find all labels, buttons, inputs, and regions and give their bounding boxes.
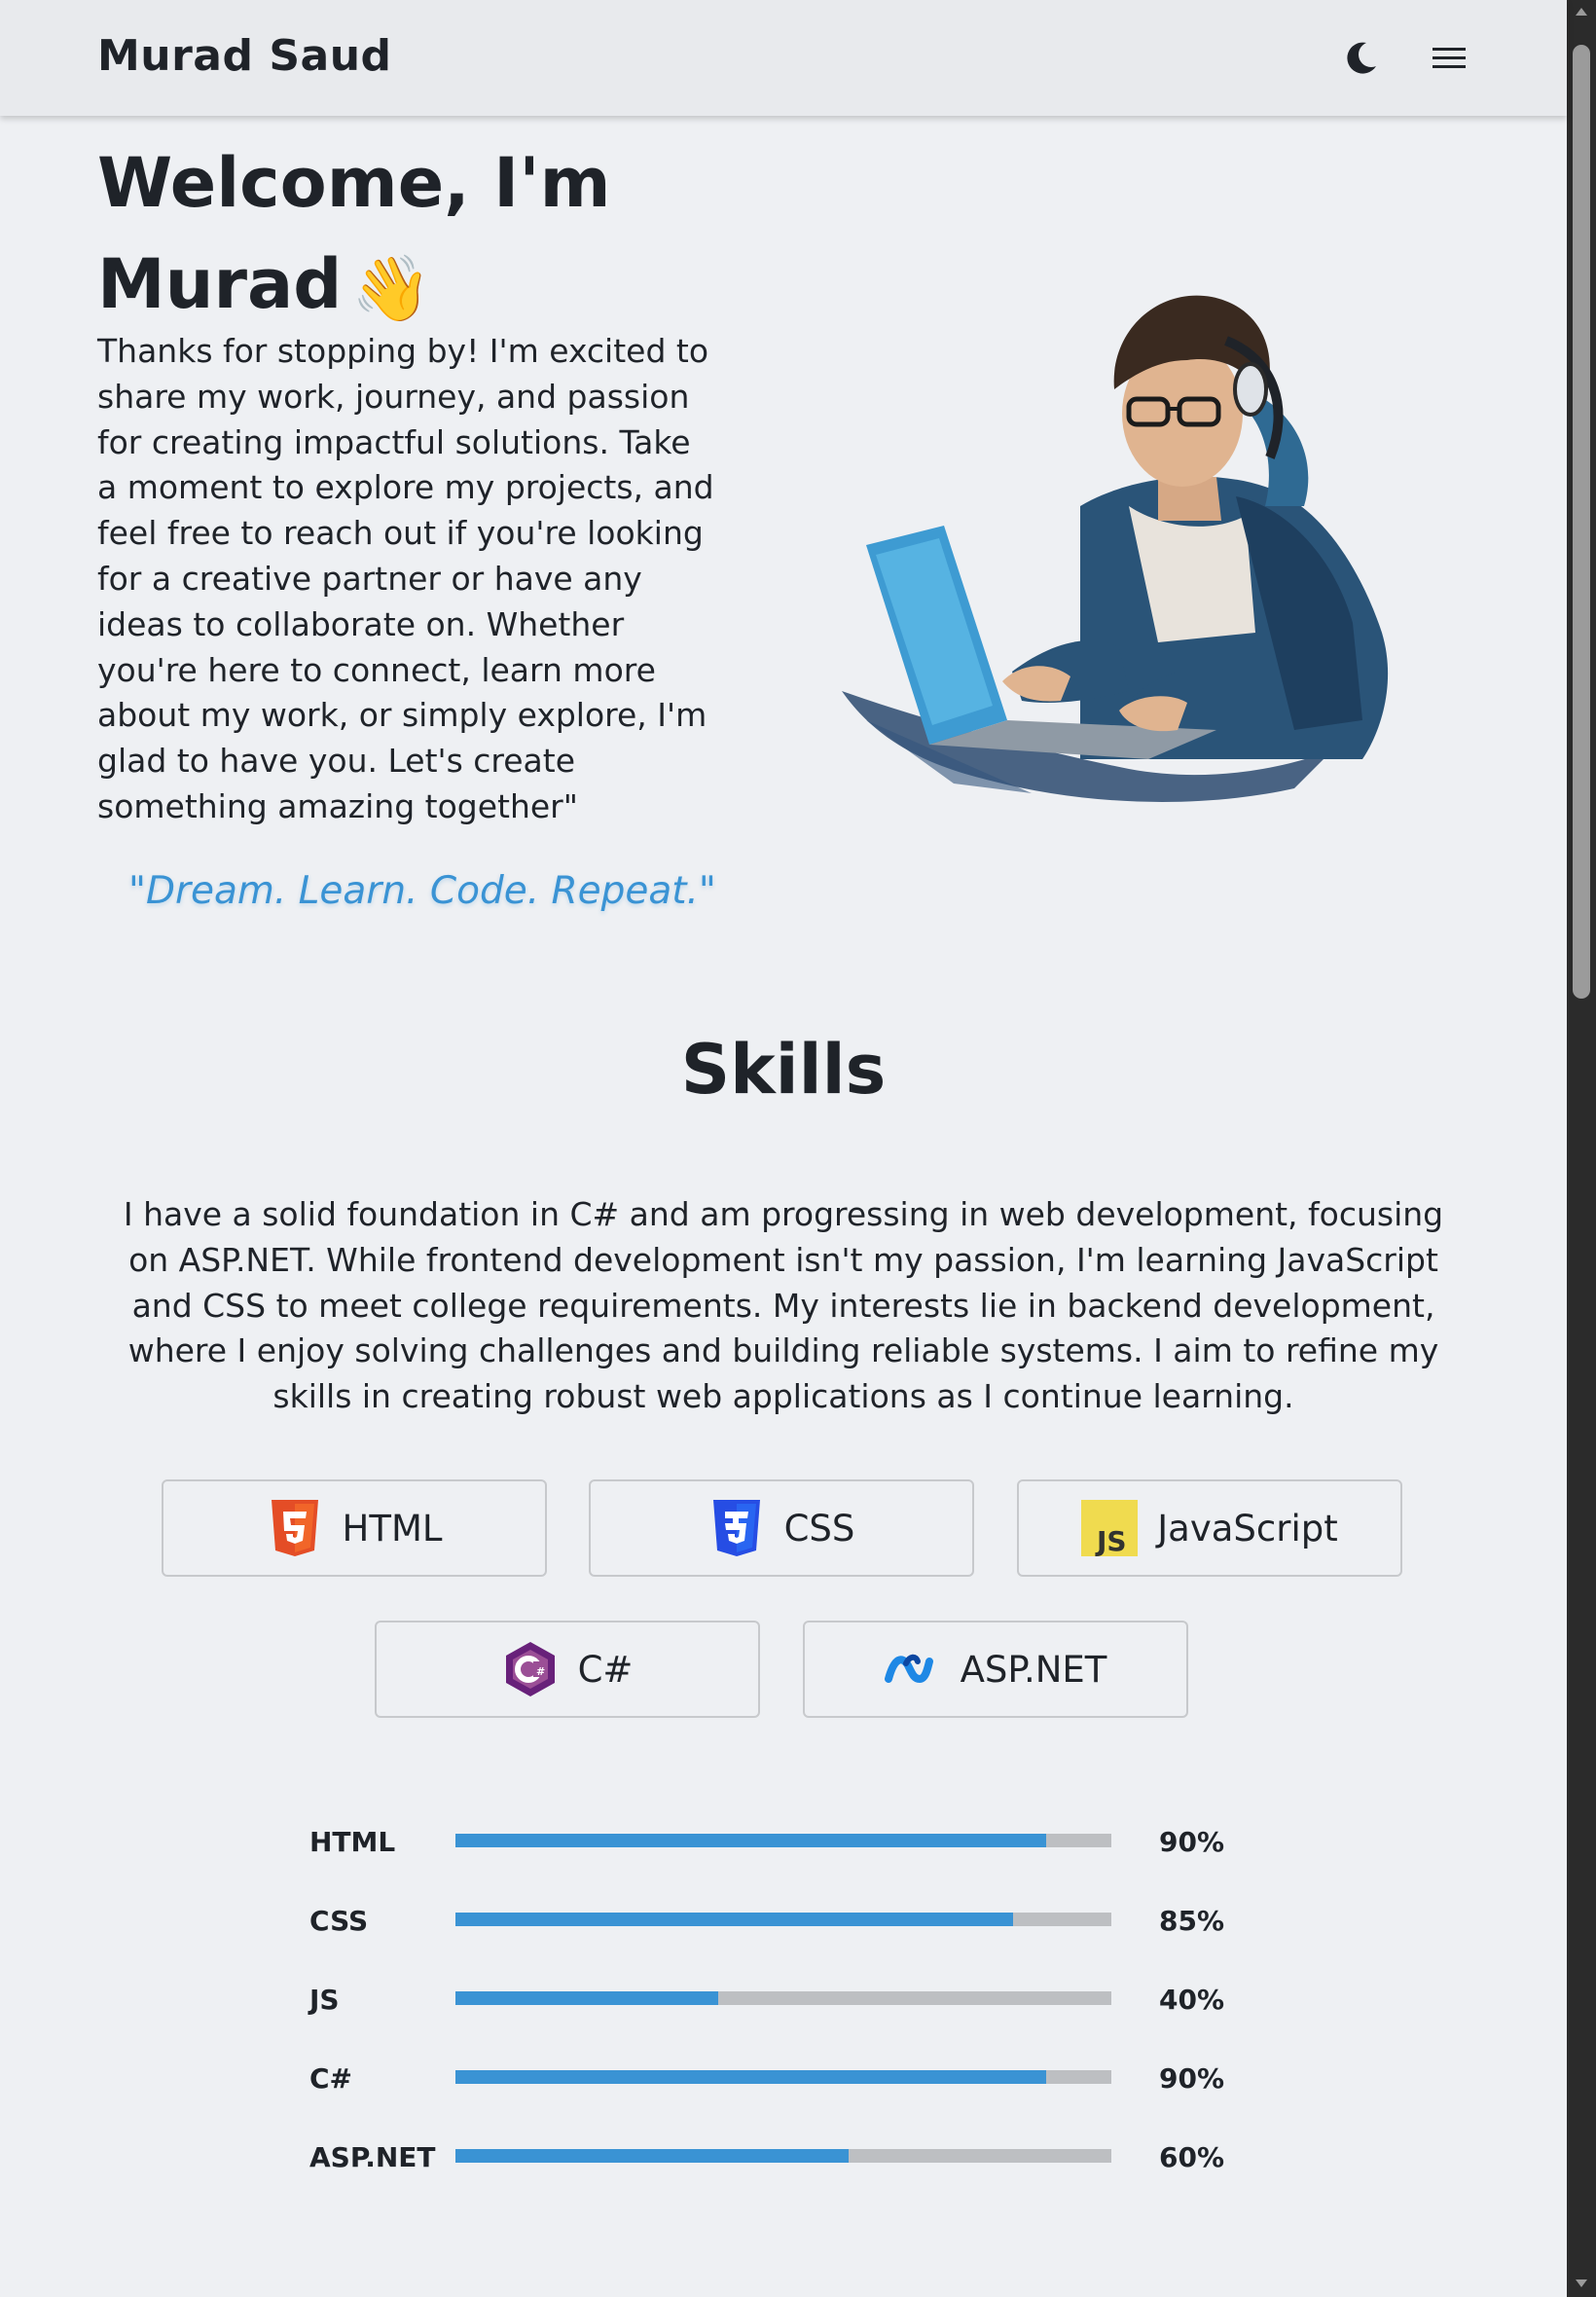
skill-bar-value: 85%: [1159, 1905, 1225, 1937]
svg-text:#: #: [536, 1665, 545, 1678]
csharp-icon: #: [502, 1640, 559, 1698]
skill-bar-track: [455, 1991, 1111, 2005]
skill-bar-fill: [455, 2070, 1046, 2084]
skill-bar-fill: [455, 1913, 1013, 1926]
skill-bar-label: JS: [309, 1984, 340, 2016]
scroll-up-arrow-icon[interactable]: [1576, 8, 1587, 16]
skill-bar-fill: [455, 2149, 850, 2163]
skill-bar-label: HTML: [309, 1826, 396, 1858]
developer-illustration: [837, 263, 1431, 827]
skill-bar-fill: [455, 1834, 1046, 1847]
waving-hand-emoji: 👋: [351, 250, 432, 326]
moon-icon[interactable]: [1341, 37, 1382, 78]
skill-bar-value: 40%: [1159, 1984, 1225, 2016]
skill-card-label: JavaScript: [1157, 1507, 1338, 1550]
css3-icon: [708, 1499, 765, 1557]
skill-bar-row: C# 90%: [309, 2059, 1224, 2097]
skill-card-csharp[interactable]: # C#: [375, 1621, 760, 1718]
hero-intro: Thanks for stopping by! I'm excited to s…: [97, 332, 714, 825]
hero-quote: "Dream. Learn. Code. Repeat.": [128, 869, 716, 913]
skill-bar-label: C#: [309, 2062, 353, 2095]
scrollbar-thumb[interactable]: [1573, 45, 1590, 999]
skill-card-label: C#: [577, 1648, 634, 1691]
skills-description: I have a solid foundation in C# and am p…: [123, 1195, 1444, 1416]
hamburger-menu-icon[interactable]: [1431, 39, 1469, 78]
page-scrollbar[interactable]: [1567, 0, 1596, 2297]
hero-title: Welcome, I'm Murad 👋: [97, 132, 681, 340]
skill-card-css[interactable]: CSS: [589, 1479, 974, 1577]
skill-bar-row: CSS 85%: [309, 1901, 1224, 1940]
skill-bar-track: [455, 2070, 1111, 2084]
dotnet-icon: [884, 1640, 941, 1698]
svg-text:JS: JS: [1095, 1525, 1127, 1556]
skill-bar-track: [455, 1834, 1111, 1847]
scroll-down-arrow-icon[interactable]: [1576, 2279, 1587, 2287]
skill-bar-track: [455, 1913, 1111, 1926]
skill-bar-fill: [455, 1991, 718, 2005]
html5-icon: [267, 1499, 323, 1557]
skill-bar-track: [455, 2149, 1111, 2163]
skill-bar-row: JS 40%: [309, 1980, 1224, 2019]
skill-bar-label: CSS: [309, 1905, 369, 1937]
skill-bar-value: 90%: [1159, 1826, 1225, 1858]
skill-card-label: HTML: [342, 1507, 443, 1550]
navbar: Murad Saud: [0, 0, 1567, 116]
skill-card-javascript[interactable]: JS JavaScript: [1017, 1479, 1402, 1577]
skill-bar-value: 90%: [1159, 2062, 1225, 2095]
skill-card-label: ASP.NET: [960, 1648, 1107, 1691]
skill-bar-row: HTML 90%: [309, 1822, 1224, 1861]
javascript-icon: JS: [1081, 1499, 1139, 1557]
brand-logo[interactable]: Murad Saud: [97, 31, 392, 81]
skill-bar-row: ASP.NET 60%: [309, 2137, 1224, 2176]
skill-bar-label: ASP.NET: [309, 2141, 436, 2173]
skill-card-html[interactable]: HTML: [162, 1479, 547, 1577]
skill-card-label: CSS: [783, 1507, 855, 1550]
skills-heading: Skills: [680, 1030, 887, 1110]
skill-bar-value: 60%: [1159, 2141, 1225, 2173]
skill-card-aspnet[interactable]: ASP.NET: [803, 1621, 1188, 1718]
